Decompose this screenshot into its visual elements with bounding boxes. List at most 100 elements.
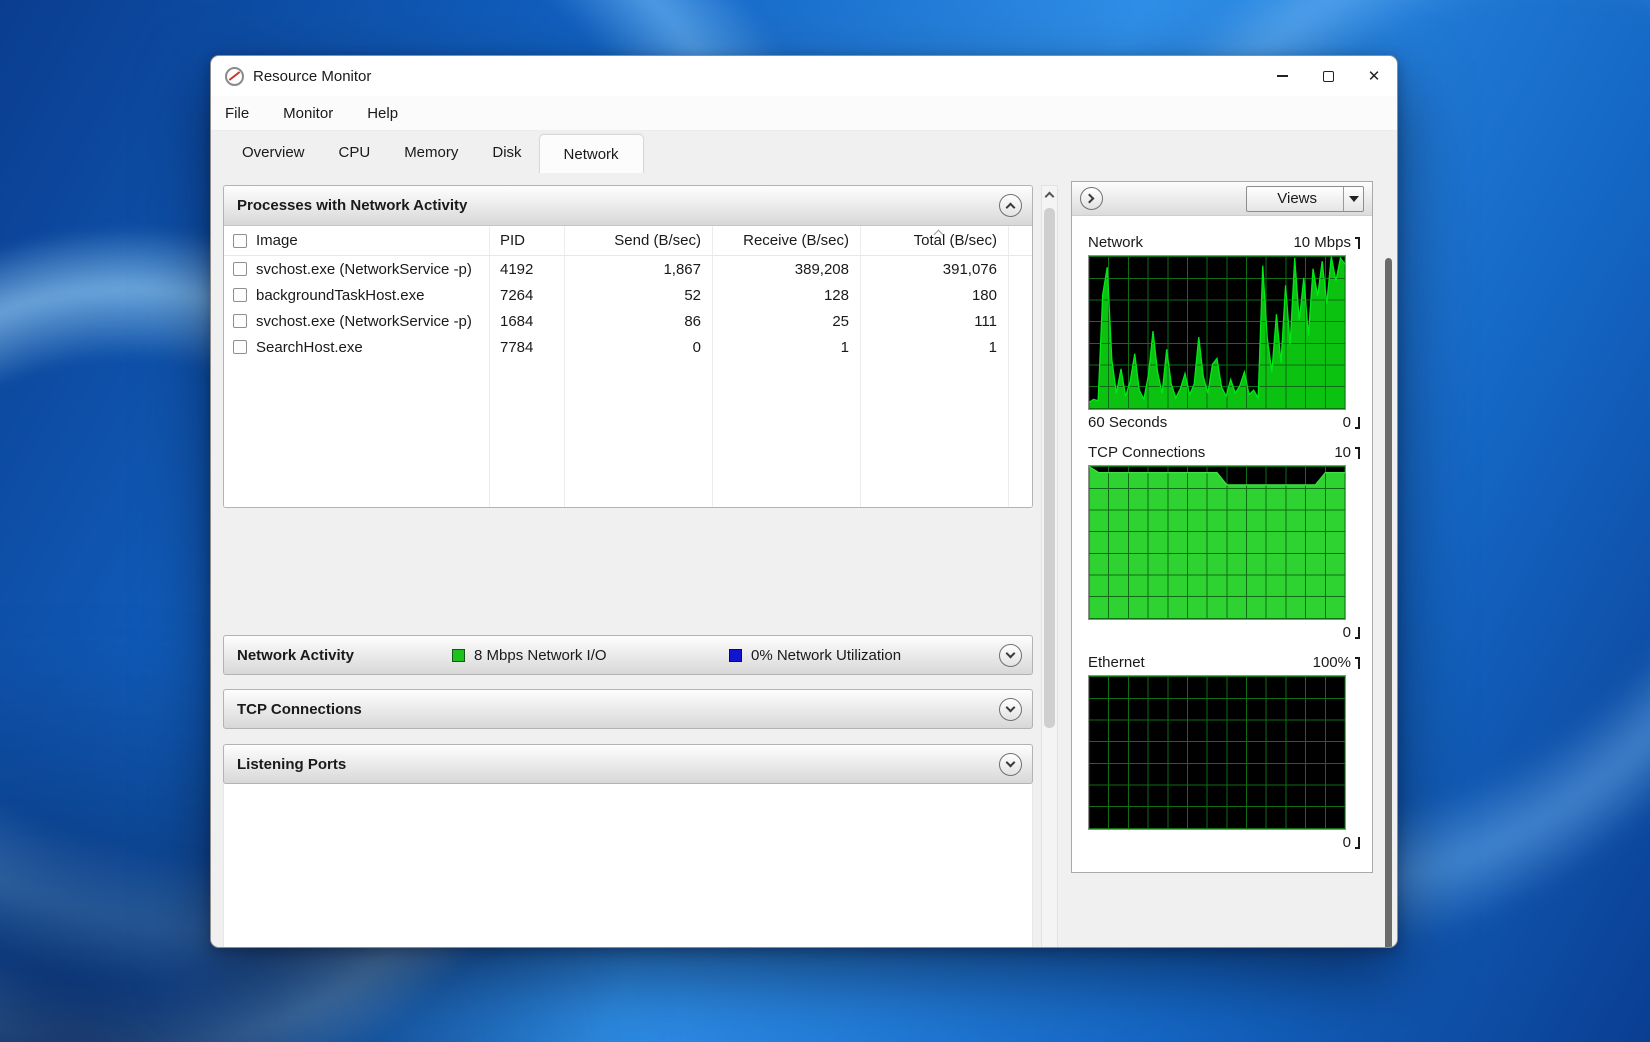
chevron-down-icon [1006, 648, 1016, 658]
minimize-button[interactable] [1259, 56, 1305, 96]
ethernet-usage-graph [1088, 675, 1346, 830]
process-receive: 25 [712, 313, 860, 330]
process-send: 0 [564, 339, 712, 356]
column-header-receive[interactable]: Receive (B/sec) [712, 232, 860, 249]
process-total: 111 [860, 313, 1008, 330]
tab-bar: Overview CPU Memory Disk Network [211, 131, 1397, 173]
window-scrollbar-thumb[interactable] [1385, 258, 1392, 948]
maximize-button[interactable] [1305, 56, 1351, 96]
menu-help[interactable]: Help [367, 105, 398, 122]
column-header-pid[interactable]: PID [489, 232, 564, 249]
expand-network-activity-button[interactable] [999, 644, 1022, 667]
process-receive: 128 [712, 287, 860, 304]
chevron-down-icon [1006, 757, 1016, 767]
process-total: 180 [860, 287, 1008, 304]
table-header-row: Image PID Send (B/sec) Receive (B/sec) T… [224, 226, 1032, 256]
network-activity-bar[interactable]: Network Activity 8 Mbps Network I/O 0% N… [223, 635, 1033, 675]
axis-bracket-icon [1355, 237, 1360, 249]
table-row[interactable]: SearchHost.exe 7784 0 1 1 [224, 334, 1032, 360]
table-row[interactable]: svchost.exe (NetworkService -p) 1684 86 … [224, 308, 1032, 334]
ethernet-chart-block: Ethernet 100% 0 [1088, 650, 1358, 855]
processes-section-header[interactable]: Processes with Network Activity [224, 186, 1032, 226]
resource-monitor-window: Resource Monitor ✕ File Monitor Help Ove… [210, 55, 1398, 948]
network-tab-content: Processes with Network Activity Image PI… [211, 173, 1397, 948]
close-button[interactable]: ✕ [1351, 56, 1397, 96]
network-chart-block: Network 10 Mbps 60 Seconds 0 [1088, 230, 1358, 435]
chevron-up-icon [1006, 203, 1016, 213]
listening-ports-title: Listening Ports [237, 756, 346, 773]
tab-overview[interactable]: Overview [225, 131, 322, 173]
chart-max-label: 100% [1313, 654, 1351, 671]
expand-tcp-connections-button[interactable] [999, 698, 1022, 721]
column-header-send[interactable]: Send (B/sec) [564, 232, 712, 249]
legend-network-utilization: 0% Network Utilization [729, 647, 901, 664]
chart-title-ethernet: Ethernet [1088, 654, 1145, 671]
legend-network-io: 8 Mbps Network I/O [452, 647, 607, 664]
scrollbar-thumb[interactable] [1044, 208, 1055, 728]
minimize-icon [1277, 75, 1288, 77]
process-receive: 389,208 [712, 261, 860, 278]
tcp-connections-bar[interactable]: TCP Connections [223, 689, 1033, 729]
processes-table: Image PID Send (B/sec) Receive (B/sec) T… [224, 226, 1032, 507]
process-checkbox[interactable] [233, 262, 247, 276]
process-pid: 7784 [489, 339, 564, 356]
tcp-connections-title: TCP Connections [237, 701, 362, 718]
process-total: 391,076 [860, 261, 1008, 278]
listening-ports-bar[interactable]: Listening Ports [223, 744, 1033, 784]
tab-disk[interactable]: Disk [475, 131, 538, 173]
process-pid: 4192 [489, 261, 564, 278]
expand-listening-ports-button[interactable] [999, 753, 1022, 776]
network-usage-graph [1088, 255, 1346, 410]
axis-bracket-icon [1355, 657, 1360, 669]
title-bar[interactable]: Resource Monitor ✕ [211, 56, 1397, 96]
process-checkbox[interactable] [233, 340, 247, 354]
side-panel-toolbar: Views [1072, 182, 1372, 216]
chart-title-network: Network [1088, 234, 1143, 251]
vertical-scrollbar[interactable] [1041, 185, 1058, 948]
menu-bar: File Monitor Help [211, 96, 1397, 131]
scroll-up-icon[interactable] [1045, 192, 1055, 202]
tcp-chart-block: TCP Connections 10 0 [1088, 440, 1358, 645]
views-dropdown[interactable]: Views [1246, 186, 1364, 212]
chart-min-label: 0 [1343, 414, 1351, 431]
chart-max-label: 10 Mbps [1293, 234, 1351, 251]
chart-min-label: 0 [1343, 624, 1351, 641]
chart-x-label: 60 Seconds [1088, 414, 1167, 431]
tcp-connections-graph [1088, 465, 1346, 620]
chevron-right-icon [1085, 194, 1095, 204]
process-send: 1,867 [564, 261, 712, 278]
resource-monitor-app-icon [225, 67, 244, 86]
axis-bracket-icon [1355, 417, 1360, 429]
tab-network[interactable]: Network [539, 134, 644, 173]
table-row[interactable]: svchost.exe (NetworkService -p) 4192 1,8… [224, 256, 1032, 282]
desktop-background: Resource Monitor ✕ File Monitor Help Ove… [0, 0, 1650, 1042]
process-receive: 1 [712, 339, 860, 356]
process-checkbox[interactable] [233, 314, 247, 328]
empty-content-area [223, 784, 1033, 948]
chevron-down-icon [1006, 702, 1016, 712]
chart-max-label: 10 [1334, 444, 1351, 461]
processes-section-title: Processes with Network Activity [237, 197, 467, 214]
table-row[interactable]: backgroundTaskHost.exe 7264 52 128 180 [224, 282, 1032, 308]
views-label: Views [1247, 187, 1343, 211]
charts-container: Network 10 Mbps 60 Seconds 0 TCP Connect… [1072, 216, 1372, 855]
process-total: 1 [860, 339, 1008, 356]
menu-file[interactable]: File [225, 105, 249, 122]
views-dropdown-arrow[interactable] [1343, 187, 1363, 211]
column-header-image[interactable]: Image [256, 232, 298, 249]
column-header-total[interactable]: Total (B/sec) [860, 232, 1008, 249]
process-image: svchost.exe (NetworkService -p) [256, 261, 472, 278]
network-activity-title: Network Activity [237, 647, 354, 664]
window-title: Resource Monitor [253, 68, 371, 85]
select-all-checkbox[interactable] [233, 234, 247, 248]
menu-monitor[interactable]: Monitor [283, 105, 333, 122]
process-checkbox[interactable] [233, 288, 247, 302]
collapse-panel-button[interactable] [1080, 187, 1103, 210]
tab-memory[interactable]: Memory [387, 131, 475, 173]
chart-title-tcp: TCP Connections [1088, 444, 1205, 461]
collapse-processes-button[interactable] [999, 194, 1022, 217]
graphs-side-panel: Views Network 10 Mbps 60 Seconds 0 [1071, 181, 1373, 873]
blue-swatch-icon [729, 649, 742, 662]
tab-cpu[interactable]: CPU [322, 131, 388, 173]
process-send: 86 [564, 313, 712, 330]
